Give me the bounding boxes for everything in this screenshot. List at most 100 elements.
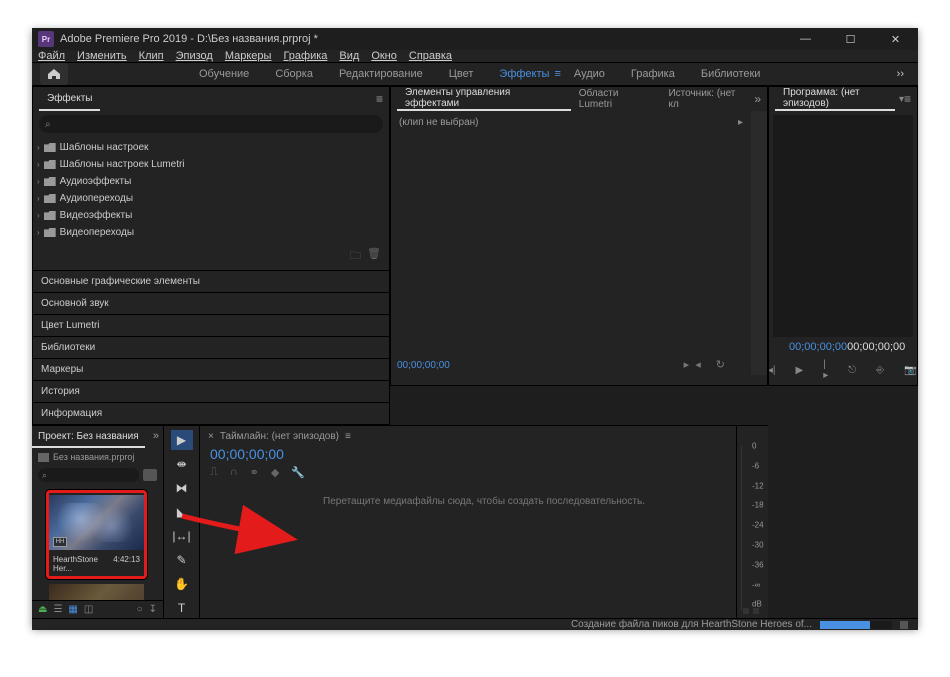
cancel-task-button[interactable] [900, 621, 908, 629]
workspace-bar: Обучение Сборка Редактирование Цвет Эффе… [32, 62, 918, 86]
panel-menu-icon[interactable]: » [754, 92, 761, 106]
menu-sequence[interactable]: Эпизод [176, 50, 213, 62]
workspace-effects[interactable]: Эффекты [486, 68, 562, 80]
hand-tool[interactable]: ✋ [171, 574, 193, 594]
effect-controls-timecode[interactable]: 00;00;00;00 [397, 360, 450, 371]
menu-view[interactable]: Вид [339, 50, 359, 62]
status-text: Создание файла пиков для HearthStone Her… [571, 619, 812, 630]
effects-tree: ›Шаблоны настроек ›Шаблоны настроек Lume… [33, 137, 389, 243]
panel-lumetri-color[interactable]: Цвет Lumetri [33, 314, 389, 336]
statusbar: Создание файла пиков для HearthStone Her… [32, 618, 918, 630]
folder-icon [44, 160, 56, 169]
effect-controls-empty-label: (клип не выбран) [399, 117, 479, 128]
panel-overflow-icon[interactable]: » [153, 430, 159, 442]
freeform-view-button[interactable]: ◫ [84, 604, 93, 615]
effects-folder[interactable]: ›Видеоэффекты [37, 207, 385, 224]
folder-icon [44, 143, 56, 152]
menu-graphics[interactable]: Графика [283, 50, 327, 62]
workspace-color[interactable]: Цвет [436, 68, 487, 80]
new-bin-button[interactable]: 🗀 [350, 247, 361, 266]
icon-view-button[interactable]: ▦ [68, 604, 77, 615]
panel-history[interactable]: История [33, 380, 389, 402]
zoom-slider[interactable]: ○ [137, 604, 143, 615]
folder-icon [44, 177, 56, 186]
menu-window[interactable]: Окно [371, 50, 397, 62]
workspace-learning[interactable]: Обучение [186, 68, 262, 80]
effect-controls-footer-icons: ▸◂ ↻ [684, 358, 731, 371]
selection-tool[interactable]: ▶ [171, 430, 193, 450]
tab-source[interactable]: Источник: (нет кл [660, 87, 754, 111]
effect-controls-scrollbar[interactable] [751, 111, 767, 375]
clip-thumbnail: HH [49, 495, 144, 550]
status-progress [820, 621, 892, 629]
panel-menu-icon[interactable]: ≡ [904, 92, 911, 106]
home-icon [47, 68, 61, 80]
folder-icon [44, 228, 56, 237]
program-monitor-panel: Программа: (нет эпизодов) ▾ ≡ 00;00;00;0… [768, 86, 918, 386]
play-button[interactable]: ▶ [796, 365, 804, 376]
home-button[interactable] [40, 63, 68, 85]
panel-menu-icon[interactable]: ≡ [345, 431, 351, 442]
effect-controls-panel: Элементы управления эффектами Области Lu… [390, 86, 768, 386]
workspace-editing[interactable]: Редактирование [326, 68, 436, 80]
extract-button[interactable]: ⎆ [876, 365, 884, 376]
list-view-button[interactable]: ☰ [53, 604, 62, 615]
menu-markers[interactable]: Маркеры [225, 50, 272, 62]
step-forward-button[interactable]: |▸ [823, 359, 828, 381]
window-title: Adobe Premiere Pro 2019 - D:\Без названи… [60, 33, 783, 45]
menu-help[interactable]: Справка [409, 50, 452, 62]
menu-edit[interactable]: Изменить [77, 50, 127, 62]
tab-lumetri-scopes[interactable]: Области Lumetri [571, 87, 661, 111]
delete-button[interactable]: 🗑 [367, 247, 381, 266]
tab-effect-controls[interactable]: Элементы управления эффектами [397, 87, 571, 111]
titlebar: Pr Adobe Premiere Pro 2019 - D:\Без назв… [32, 28, 918, 50]
project-clip-item[interactable]: HH HearthStone Her... 4:42:13 [46, 490, 147, 579]
right-side-column: Эффекты ≡ ⌕ ›Шаблоны настроек ›Шаблоны н… [32, 86, 390, 425]
effects-search-input[interactable]: ⌕ [39, 115, 383, 133]
workspace-graphics[interactable]: Графика [618, 68, 688, 80]
tab-timeline[interactable]: Таймлайн: (нет эпизодов) [220, 431, 339, 442]
project-search-input[interactable]: ⌕ [38, 468, 139, 482]
lift-button[interactable]: ⎋ [848, 365, 856, 376]
folder-icon [44, 211, 56, 220]
folder-icon [44, 194, 56, 203]
effects-folder[interactable]: ›Шаблоны настроек Lumetri [37, 156, 385, 173]
export-frame-button[interactable]: 📷 [904, 365, 916, 376]
program-timecode-left[interactable]: 00;00;00;00 [789, 341, 847, 353]
effects-folder[interactable]: ›Видеопереходы [37, 224, 385, 241]
program-timecode-right: 00;00;00;00 [847, 341, 905, 353]
minimize-button[interactable]: — [783, 28, 828, 50]
tab-project[interactable]: Проект: Без названия [32, 426, 145, 448]
program-monitor-view[interactable] [773, 115, 913, 337]
close-tab-icon[interactable]: × [208, 431, 214, 442]
clip-format-badge: HH [53, 537, 67, 547]
panel-libraries[interactable]: Библиотеки [33, 336, 389, 358]
project-footer: ⏏ ☰ ▦ ◫ ○ ↧ [32, 600, 163, 618]
sort-button[interactable]: ↧ [149, 604, 157, 615]
menu-file[interactable]: Файл [38, 50, 65, 62]
maximize-button[interactable]: ☐ [828, 28, 873, 50]
close-button[interactable]: ✕ [873, 28, 918, 50]
tab-effects-panel[interactable]: Эффекты [39, 87, 100, 111]
chevron-right-icon: ▸ [738, 117, 743, 128]
annotation-arrow [140, 458, 310, 558]
panel-markers[interactable]: Маркеры [33, 358, 389, 380]
step-back-button[interactable]: ◂| [768, 365, 776, 376]
effects-folder[interactable]: ›Аудиопереходы [37, 190, 385, 207]
workspace-libraries[interactable]: Библиотеки [688, 68, 774, 80]
effects-folder[interactable]: ›Аудиоэффекты [37, 173, 385, 190]
effects-folder[interactable]: ›Шаблоны настроек [37, 139, 385, 156]
workspace-overflow-button[interactable]: ›​› [883, 68, 918, 80]
clip-name: HearthStone Her... [53, 555, 113, 573]
panel-essential-sound[interactable]: Основной звук [33, 292, 389, 314]
lock-icon[interactable]: ⏏ [38, 604, 47, 615]
panel-menu-icon[interactable]: ≡ [376, 92, 383, 106]
workspace-audio[interactable]: Аудио [561, 68, 618, 80]
tab-program[interactable]: Программа: (нет эпизодов) [775, 87, 895, 111]
search-icon: ⌕ [45, 119, 51, 130]
menu-clip[interactable]: Клип [139, 50, 164, 62]
type-tool[interactable]: T [171, 598, 193, 618]
panel-info[interactable]: Информация [33, 402, 389, 424]
workspace-assembly[interactable]: Сборка [262, 68, 326, 80]
panel-essential-graphics[interactable]: Основные графические элементы [33, 270, 389, 292]
